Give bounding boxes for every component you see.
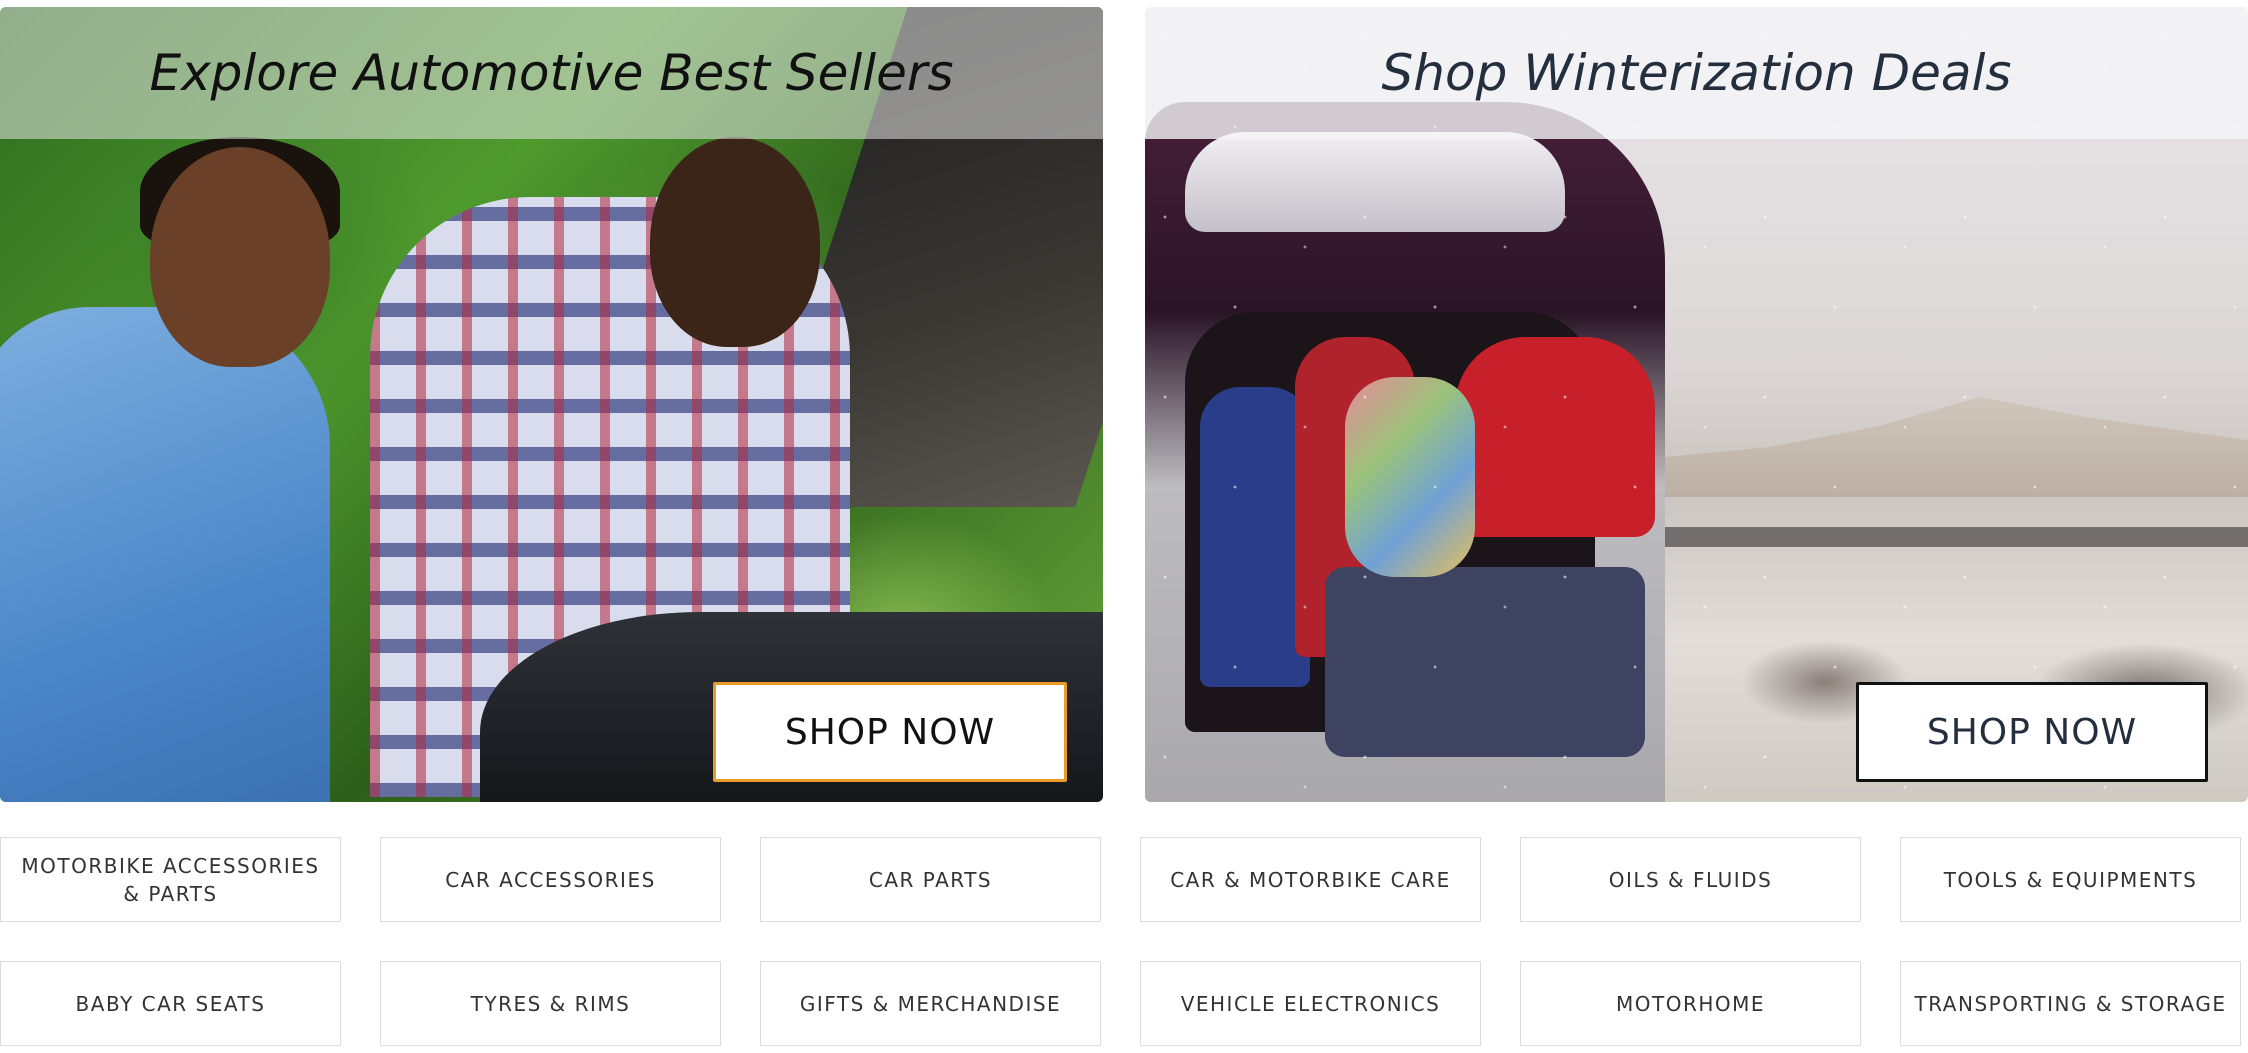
banner-title: Shop Winterization Deals [1381,44,2012,102]
category-tile-vehicle-electronics[interactable]: VEHICLE ELECTRONICS [1140,961,1481,1046]
category-tile-gifts-merchandise[interactable]: GIFTS & MERCHANDISE [760,961,1101,1046]
category-grid: MOTORBIKE ACCESSORIES & PARTS CAR ACCESS… [0,837,2248,1047]
category-tile-tyres-rims[interactable]: TYRES & RIMS [380,961,721,1046]
category-tile-motorbike-accessories-parts[interactable]: MOTORBIKE ACCESSORIES & PARTS [0,837,341,922]
bearded-man-head [650,137,820,347]
category-tile-tools-equipments[interactable]: TOOLS & EQUIPMENTS [1900,837,2241,922]
category-tile-baby-car-seats[interactable]: BABY CAR SEATS [0,961,341,1046]
denim-shirt-man [0,307,330,802]
category-tile-car-accessories[interactable]: CAR ACCESSORIES [380,837,721,922]
category-tile-motorhome[interactable]: MOTORHOME [1520,961,1861,1046]
banner-title: Explore Automotive Best Sellers [149,44,954,102]
category-tile-car-motorbike-care[interactable]: CAR & MOTORBIKE CARE [1140,837,1481,922]
category-tile-transporting-storage[interactable]: TRANSPORTING & STORAGE [1900,961,2241,1046]
shop-now-button[interactable]: SHOP NOW [1856,682,2208,782]
banner-winterization-deals[interactable]: Shop Winterization Deals SHOP NOW [1145,7,2248,802]
shop-now-button[interactable]: SHOP NOW [713,682,1067,782]
category-tile-car-parts[interactable]: CAR PARTS [760,837,1101,922]
young-man-head [150,147,330,367]
category-tile-oils-fluids[interactable]: OILS & FLUIDS [1520,837,1861,922]
banner-automotive-best-sellers[interactable]: Explore Automotive Best Sellers SHOP NOW [0,7,1103,802]
